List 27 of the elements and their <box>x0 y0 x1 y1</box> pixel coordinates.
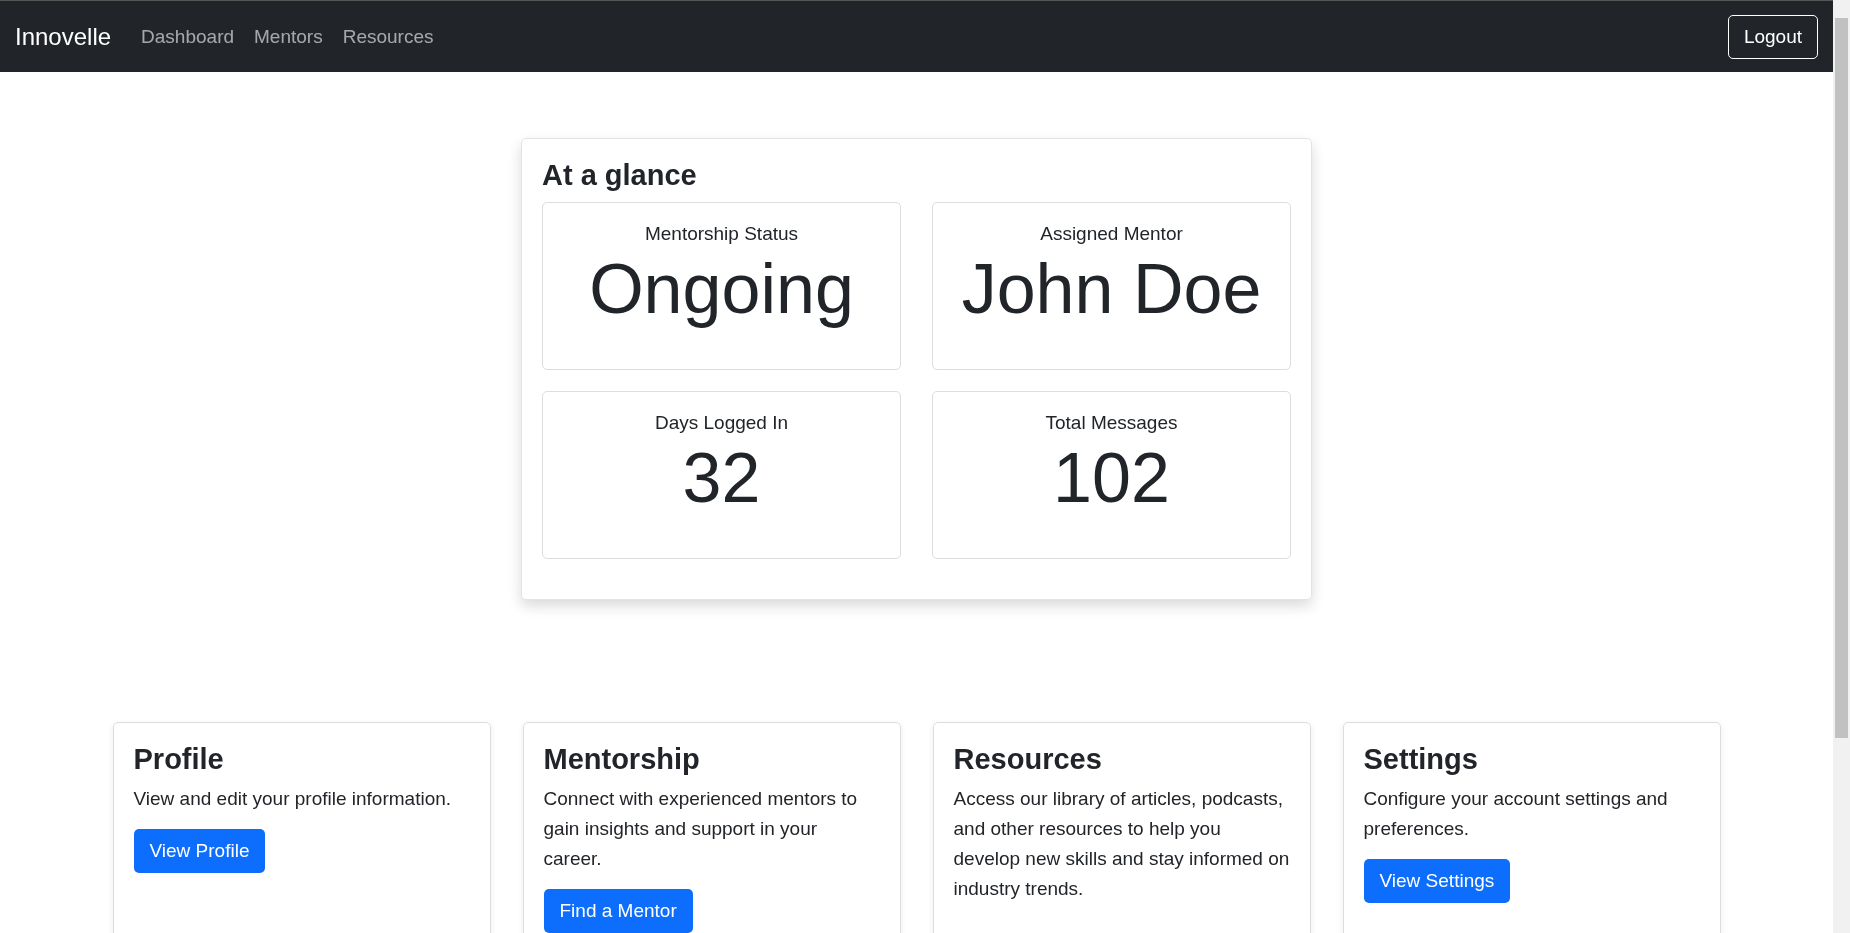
stat-label: Days Logged In <box>654 412 789 434</box>
nav-link[interactable]: Mentors <box>254 25 323 48</box>
nav-link[interactable]: Resources <box>342 25 434 48</box>
card-title: Settings <box>1363 743 1479 776</box>
card-text: View and edit your profile information. <box>133 787 453 811</box>
scrollbar[interactable] <box>1833 0 1850 933</box>
card-title: Mentorship <box>543 743 701 776</box>
action-button[interactable]: View Profile <box>133 829 266 873</box>
brand-link[interactable]: Innovelle <box>15 22 112 51</box>
scrollbar-thumb[interactable] <box>1835 18 1848 738</box>
stat-label: Total Messages <box>1045 412 1178 434</box>
stat-value: 102 <box>1053 438 1170 519</box>
stat-value: 32 <box>682 438 761 519</box>
card-text: Connect with experienced mentors to gain insights and support in your career. <box>543 787 859 871</box>
logout-button[interactable]: Logout <box>1727 14 1818 59</box>
stat-label: Assigned Mentor <box>1040 223 1183 245</box>
card-text: Configure your account settings and preferences. <box>1363 787 1669 841</box>
stat-label: Mentorship Status <box>644 223 799 245</box>
stat-value: John Doe <box>961 249 1262 330</box>
action-button[interactable]: Find a Mentor <box>543 889 693 933</box>
card-title: Profile <box>133 743 225 776</box>
action-button[interactable]: View Settings <box>1363 859 1511 903</box>
card-text: Access our library of articles, podcasts, and other resources to help you develop new skills and stay informed on industry trends. <box>953 787 1290 901</box>
card-title: Resources <box>953 743 1103 776</box>
nav-link[interactable]: Dashboard <box>141 25 235 48</box>
stat-value: Ongoing <box>589 249 854 330</box>
card-title: At a glance <box>542 159 698 192</box>
